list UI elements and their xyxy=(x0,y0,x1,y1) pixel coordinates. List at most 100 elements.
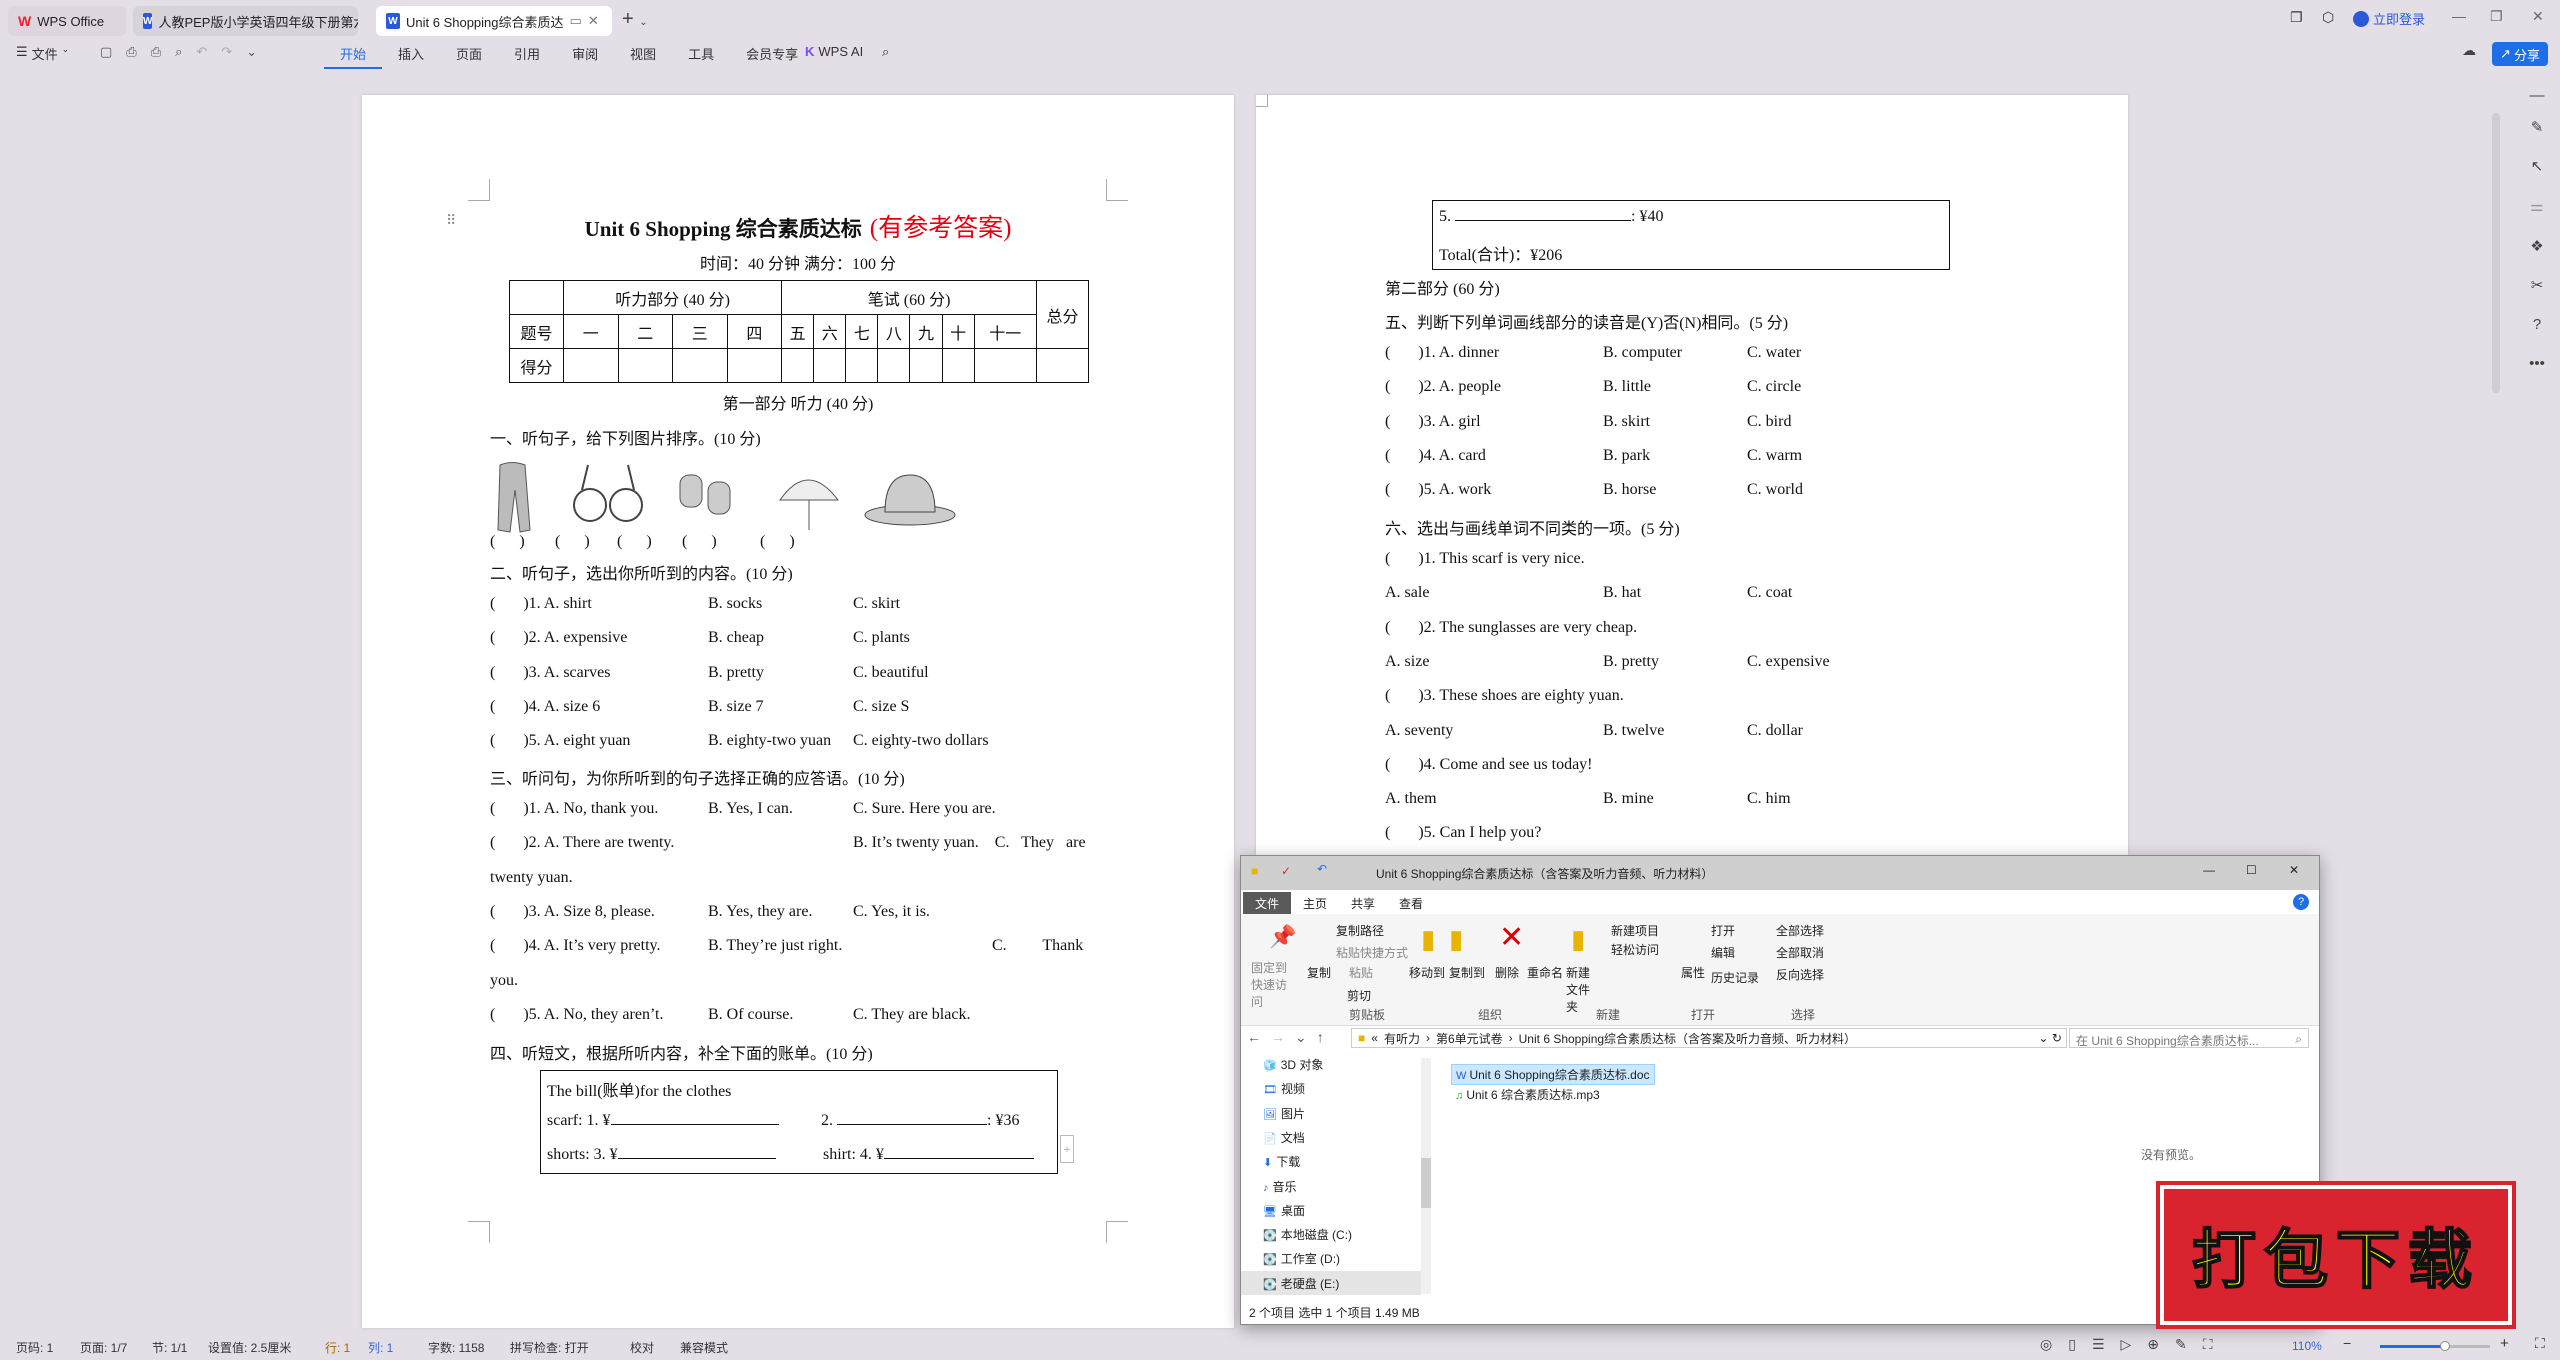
explorer-tab-主页[interactable]: 主页 xyxy=(1291,892,1339,914)
menu-tab-引用[interactable]: 引用 xyxy=(498,44,556,69)
close-window-button[interactable]: ✕ xyxy=(2532,8,2544,25)
properties-button[interactable]: 属性 xyxy=(1681,964,1705,981)
explorer-minimize-button[interactable]: — xyxy=(2203,863,2215,877)
adjust-sliders-icon[interactable]: ⚌ xyxy=(2527,197,2547,215)
close-tab-icon[interactable]: ✕ xyxy=(588,13,599,29)
score-cell[interactable] xyxy=(877,348,911,383)
zoom-in-button[interactable]: + xyxy=(2500,1335,2509,1352)
explorer-maximize-button[interactable]: ☐ xyxy=(2246,863,2257,877)
explorer-tab-共享[interactable]: 共享 xyxy=(1339,892,1387,914)
back-icon[interactable]: ← xyxy=(1247,1029,1261,1046)
copy-path-button[interactable]: 复制路径 xyxy=(1336,922,1384,939)
shapes-icon[interactable]: ❖ xyxy=(2527,237,2547,255)
new-folder-button[interactable]: 新建文件夹 xyxy=(1566,964,1596,1015)
tools-icon[interactable]: ✂ xyxy=(2527,276,2547,294)
invert-selection-button[interactable]: 反向选择 xyxy=(1776,966,1824,983)
menu-tab-开始[interactable]: 开始 xyxy=(324,44,383,69)
score-cell[interactable] xyxy=(617,348,674,383)
score-cell[interactable] xyxy=(845,348,879,383)
zoom-out-button[interactable]: − xyxy=(2343,1335,2351,1351)
history-button[interactable]: 历史记录 xyxy=(1711,969,1759,986)
collapse-icon[interactable]: — xyxy=(2527,87,2547,104)
share-button[interactable]: ↗ 分享 xyxy=(2492,42,2548,66)
explorer-tab-查看[interactable]: 查看 xyxy=(1387,892,1435,914)
more-chevron-icon[interactable]: ⌄ xyxy=(246,44,257,60)
menu-tab-插入[interactable]: 插入 xyxy=(382,44,440,69)
redo-icon[interactable]: ↷ xyxy=(221,44,232,60)
select-none-button[interactable]: 全部取消 xyxy=(1776,944,1824,961)
tab-wps-office[interactable]: W WPS Office xyxy=(8,6,126,36)
breadcrumb-item[interactable]: Unit 6 Shopping综合素质达标（含答案及听力音频、听力材料） xyxy=(1519,1030,1856,1047)
eye-protect-icon[interactable]: ◎ xyxy=(2040,1336,2052,1353)
paste-button[interactable]: 粘贴 xyxy=(1349,964,1373,981)
explorer-close-button[interactable]: ✕ xyxy=(2289,863,2299,877)
score-cell[interactable] xyxy=(672,348,728,383)
help-icon[interactable]: ? xyxy=(2293,894,2309,910)
menu-tab-审阅[interactable]: 审阅 xyxy=(556,44,614,69)
pin-quick-access-button[interactable]: 固定到快速访问 xyxy=(1251,959,1291,1010)
nav-item[interactable]: 🧊 3D 对象 xyxy=(1241,1052,1421,1076)
nav-item[interactable]: 🖼 图片 xyxy=(1241,1101,1421,1125)
monitor-icon[interactable]: ▭ xyxy=(570,13,582,29)
add-column-button[interactable]: + xyxy=(1060,1135,1074,1163)
nav-item[interactable]: 💽 本地磁盘 (C:) xyxy=(1241,1222,1421,1246)
page-view-icon[interactable]: ▯ xyxy=(2068,1336,2076,1353)
document-page-2[interactable]: 5. : ¥40 Total(合计)：¥206 第二部分 (60 分) 五、判断… xyxy=(1256,95,2128,855)
fit-page-icon[interactable]: ⛶ xyxy=(2203,1336,2213,1353)
file-item[interactable]: W Unit 6 Shopping综合素质达标.doc xyxy=(1451,1064,1655,1085)
easy-access-button[interactable]: 轻松访问 xyxy=(1611,941,1659,958)
nav-item[interactable]: 🎞 视频 xyxy=(1241,1076,1421,1100)
copy-to-button[interactable]: 复制到 xyxy=(1449,964,1485,981)
recent-icon[interactable]: ⌄ xyxy=(1295,1029,1307,1046)
download-package-stamp[interactable]: 打包下载 xyxy=(2156,1181,2516,1329)
pen-mode-icon[interactable]: ✎ xyxy=(2175,1336,2187,1353)
window-layout-icon[interactable]: ❐ xyxy=(2290,9,2303,26)
wps-ai-button[interactable]: K WPS AI xyxy=(805,44,863,59)
delete-button[interactable]: 删除 xyxy=(1495,964,1519,981)
pen-icon[interactable]: ✎ xyxy=(2527,118,2547,136)
help-icon[interactable]: ? xyxy=(2527,316,2547,333)
score-cell[interactable] xyxy=(563,348,619,383)
new-tab-button[interactable]: + ⌄ xyxy=(622,8,648,31)
explorer-titlebar[interactable]: ■ ✓ ↶ Unit 6 Shopping综合素质达标（含答案及听力音频、听力材… xyxy=(1241,856,2319,890)
zoom-level[interactable]: 110% xyxy=(2292,1339,2322,1353)
tab-active-document[interactable]: W Unit 6 Shopping综合素质达 ▭ ✕ xyxy=(376,6,612,36)
total-score-cell[interactable] xyxy=(1036,348,1089,383)
menu-tab-视图[interactable]: 视图 xyxy=(614,44,672,69)
cube-icon[interactable]: ⬡ xyxy=(2322,9,2334,26)
up-icon[interactable]: ↑ xyxy=(1317,1029,1324,1046)
nav-item[interactable]: 💽 工作室 (D:) xyxy=(1241,1246,1421,1270)
file-explorer-window[interactable]: ■ ✓ ↶ Unit 6 Shopping综合素质达标（含答案及听力音频、听力材… xyxy=(1240,855,2320,1325)
document-page-1[interactable]: ⠿ Unit 6 Shopping 综合素质达标 (有参考答案) 时间：40 分… xyxy=(362,95,1234,1328)
status-section[interactable]: 节: 1/1 xyxy=(152,1339,187,1356)
score-cell[interactable] xyxy=(941,348,975,383)
search-icon[interactable]: ⌕ xyxy=(882,44,889,60)
menu-tab-页面[interactable]: 页面 xyxy=(440,44,498,69)
select-pointer-icon[interactable]: ↖ xyxy=(2527,157,2547,175)
zoom-slider[interactable] xyxy=(2380,1341,2490,1351)
score-cell[interactable] xyxy=(909,348,943,383)
nav-item[interactable]: ⬇ 下载 xyxy=(1241,1149,1421,1173)
print-icon[interactable]: ⎙ xyxy=(151,44,161,60)
menu-tab-会员专享[interactable]: 会员专享 xyxy=(730,44,814,69)
select-all-button[interactable]: 全部选择 xyxy=(1776,922,1824,939)
status-col[interactable]: 列: 1 xyxy=(368,1339,393,1356)
score-cell[interactable] xyxy=(726,348,783,383)
restore-button[interactable]: ❐ xyxy=(2490,8,2503,25)
play-icon[interactable]: ▷ xyxy=(2121,1336,2132,1353)
breadcrumb-item[interactable]: 第6单元试卷 xyxy=(1436,1030,1503,1047)
undo-icon[interactable]: ↶ xyxy=(196,44,207,60)
web-view-icon[interactable]: ⊕ xyxy=(2147,1336,2159,1353)
nav-item[interactable]: 📄 文档 xyxy=(1241,1125,1421,1149)
search-input[interactable]: 在 Unit 6 Shopping综合素质达标... ⌕ xyxy=(2069,1028,2309,1048)
new-item-button[interactable]: 新建项目 xyxy=(1611,922,1659,939)
score-cell[interactable] xyxy=(973,348,1038,383)
answer-paren[interactable]: ( ) xyxy=(555,533,590,551)
tab-document-2[interactable]: W 人教PEP版小学英语四年级下册第六单 xyxy=(133,6,358,36)
status-row[interactable]: 行: 1 xyxy=(325,1339,350,1356)
score-cell[interactable] xyxy=(813,348,847,383)
nav-item[interactable]: ♪ 音乐 xyxy=(1241,1174,1421,1198)
score-cell[interactable] xyxy=(781,348,815,383)
export-icon[interactable]: ⎙ xyxy=(126,44,136,60)
file-menu[interactable]: ☰ 文件 ⌄ xyxy=(16,44,69,63)
